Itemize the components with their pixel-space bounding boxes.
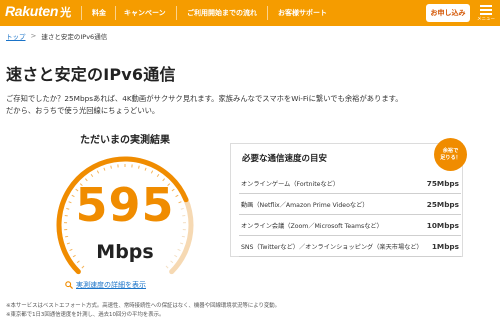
footnote-line: ※東京都で1日3回通信速度を計測し、過去10回分の平均を表示。: [6, 312, 165, 318]
nav-divider: [176, 6, 177, 20]
gauge-tick: [65, 235, 69, 238]
nav-item-pricing[interactable]: 料金: [92, 0, 106, 26]
row-value: 1Mbps: [431, 241, 459, 251]
nav-item-getting-started[interactable]: ご利用開始までの流れ: [187, 0, 257, 26]
menu-button[interactable]: メニュー: [476, 3, 496, 23]
nav-item-support[interactable]: お客様サポート: [278, 0, 327, 26]
badge-line: 余裕で: [442, 147, 459, 154]
gauge-tick: [81, 265, 85, 269]
badge-line: 足りる！: [440, 154, 461, 161]
nav-divider: [81, 6, 82, 20]
logo-subtext: 光: [60, 6, 72, 19]
nav-divider: [115, 6, 116, 20]
nav-divider: [267, 6, 268, 20]
gauge-tick: [103, 167, 106, 171]
table-row: オンラインゲーム（Fortniteなど） 75Mbps: [239, 173, 461, 194]
magnifier-icon: [65, 281, 73, 289]
speed-detail-label: 実測速度の詳細を表示: [76, 281, 146, 289]
footnote-line: ※本サービスはベストエフォート方式。高速性、常時接続性への保証はなく、機器や回線…: [6, 303, 281, 309]
speed-detail-link[interactable]: 実測速度の詳細を表示: [65, 280, 146, 290]
page-title: 速さと安定のIPv6通信: [6, 65, 176, 84]
gauge-tick: [90, 174, 94, 178]
intro-text: ご存知でしたか？25Mbpsあれば、4K動画がサクサク見れます。家族みんなでスマ…: [6, 93, 403, 117]
speed-unit: Mbps: [96, 241, 154, 263]
logo-wordmark: Rakuten: [5, 3, 59, 19]
site-header: Rakuten 光 料金 キャンペーン ご利用開始までの流れ お客様サポート お…: [0, 0, 500, 26]
rakuten-hikari-logo[interactable]: Rakuten 光: [5, 3, 71, 20]
gauge-tick: [156, 174, 160, 178]
row-label: 動画（Netflix／Amazon Prime Videoなど）: [241, 201, 369, 209]
required-speed-table: オンラインゲーム（Fortniteなど） 75Mbps 動画（Netflix／A…: [239, 173, 461, 257]
row-value: 10Mbps: [426, 220, 459, 230]
row-label: SNS（Twitterなど）／オンラインショッピング（楽天市場など）: [241, 243, 423, 251]
gauge-tick: [110, 165, 112, 169]
required-speed-title: 必要な通信速度の目安: [242, 154, 328, 164]
nav-item-campaign[interactable]: キャンペーン: [124, 0, 166, 26]
intro-line: だから、おうちで使う光回線にちょうどいい。: [6, 106, 160, 115]
menu-label: メニュー: [477, 17, 495, 22]
result-title: ただいまの実測結果: [80, 135, 170, 146]
table-row: 動画（Netflix／Amazon Prime Videoなど） 25Mbps: [239, 194, 461, 215]
intro-line: ご存知でしたか？25Mbpsあれば、4K動画がサクサク見れます。家族みんなでスマ…: [6, 94, 403, 103]
row-label: オンライン会議（Zoom／Microsoft Teamsなど）: [241, 222, 383, 230]
footnotes: ※本サービスはベストエフォート方式。高速性、常時接続性への保証はなく、機器や回線…: [6, 302, 280, 320]
table-row: SNS（Twitterなど）／オンラインショッピング（楽天市場など） 1Mbps: [239, 236, 461, 257]
gauge-tick: [96, 170, 100, 174]
table-row: オンライン会議（Zoom／Microsoft Teamsなど） 10Mbps: [239, 215, 461, 236]
gauge-tick: [150, 170, 154, 174]
breadcrumb-chevron-icon: >: [30, 32, 37, 40]
row-label: オンラインゲーム（Fortniteなど）: [241, 180, 340, 188]
required-speed-card: 必要な通信速度の目安 余裕で 足りる！ オンラインゲーム（Fortniteなど）…: [230, 138, 467, 257]
gauge-tick: [144, 167, 147, 171]
gauge-tick: [165, 265, 169, 269]
breadcrumb: トップ > 速さと安定のIPv6通信: [6, 31, 107, 41]
row-value: 75Mbps: [426, 178, 459, 188]
row-value: 25Mbps: [426, 199, 459, 209]
breadcrumb-current: 速さと安定のIPv6通信: [41, 33, 108, 41]
apply-button[interactable]: お申し込み: [426, 4, 470, 22]
breadcrumb-home-link[interactable]: トップ: [6, 31, 26, 41]
speed-value: 595: [75, 178, 175, 232]
gauge-tick: [138, 165, 140, 169]
enough-badge: 余裕で 足りる！: [434, 138, 467, 171]
gauge-tick: [181, 235, 185, 238]
